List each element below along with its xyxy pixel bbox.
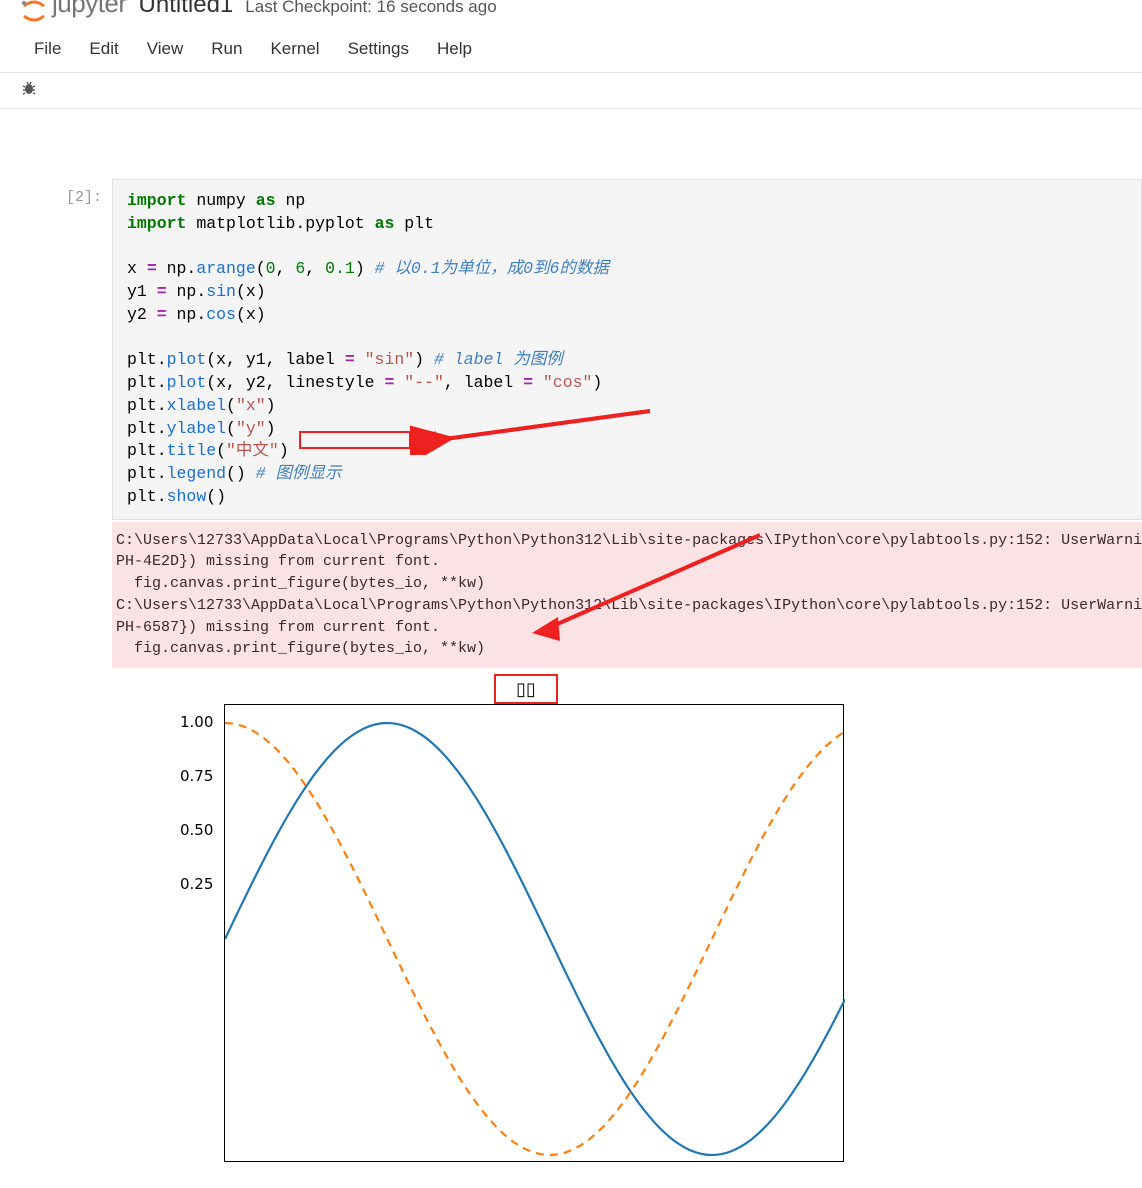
y-tick: 0.75 — [180, 767, 213, 785]
code-input[interactable]: import numpy as np import matplotlib.pyp… — [112, 179, 1142, 520]
y-tick: 1.00 — [180, 713, 213, 731]
checkpoint-label: Last Checkpoint: 16 seconds ago — [245, 0, 496, 17]
plot-canvas — [225, 705, 845, 1163]
plot-frame — [224, 704, 844, 1162]
menu-help[interactable]: Help — [427, 35, 482, 63]
menu-file[interactable]: File — [24, 35, 71, 63]
chart-output: ▯▯ 0.25 0.50 0.75 1.00 — [112, 668, 872, 1188]
brand-text: jupyter — [52, 0, 127, 19]
y-tick: 0.50 — [180, 821, 213, 839]
toolbar — [0, 73, 1142, 109]
jupyter-logo: jupyter — [20, 0, 127, 29]
cell-prompt: [2]: — [14, 179, 112, 206]
warning-output: C:\Users\12733\AppData\Local\Programs\Py… — [112, 522, 1142, 669]
cell[interactable]: [2]: import numpy as np import matplotli… — [14, 179, 1142, 520]
menu-settings[interactable]: Settings — [338, 35, 419, 63]
menu-view[interactable]: View — [137, 35, 194, 63]
debug-icon[interactable] — [20, 79, 38, 97]
document-title[interactable]: Untitled1 — [139, 0, 234, 19]
menu-kernel[interactable]: Kernel — [260, 35, 329, 63]
chart-title-tofu: ▯▯ — [494, 674, 558, 704]
notebook-area: [2]: import numpy as np import matplotli… — [0, 133, 1142, 1188]
y-tick: 0.25 — [180, 875, 213, 893]
jupyter-icon — [20, 0, 48, 22]
app-header: jupyter Untitled1 Last Checkpoint: 16 se… — [0, 0, 1142, 26]
menu-bar: File Edit View Run Kernel Settings Help — [0, 26, 1142, 73]
menu-run[interactable]: Run — [201, 35, 252, 63]
menu-edit[interactable]: Edit — [79, 35, 128, 63]
